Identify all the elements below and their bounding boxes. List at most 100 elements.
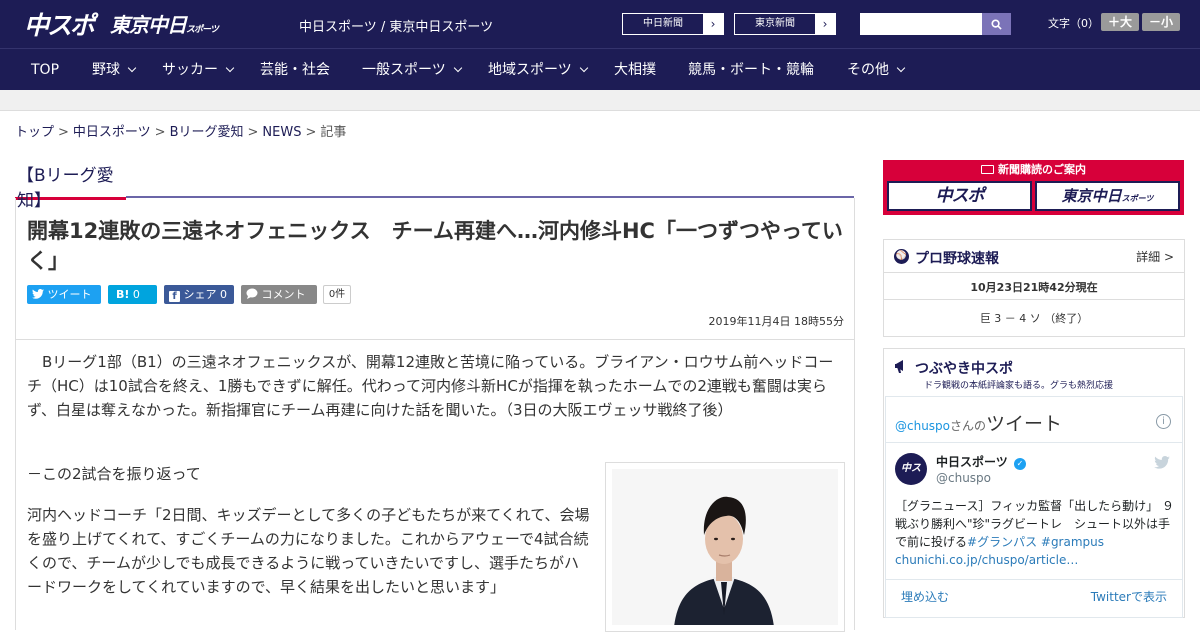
subscribe-chuspo-box[interactable]: 中スポ	[887, 181, 1032, 211]
nav-top[interactable]: TOP	[31, 49, 59, 91]
facebook-share-label: シェア 0	[183, 288, 228, 301]
breadcrumb-chunichi-sports[interactable]: 中日スポーツ	[73, 125, 151, 140]
search-button[interactable]	[982, 13, 1011, 35]
subscription-banner[interactable]: 新聞購読のご案内 中スポ 東京中日スポーツ	[883, 160, 1184, 215]
nav-label: 地域スポーツ	[488, 62, 572, 78]
nav-local-sports[interactable]: 地域スポーツ	[488, 49, 588, 91]
timeline-handle-link[interactable]: @chuspo	[895, 419, 950, 433]
facebook-icon: f	[169, 291, 180, 302]
facebook-share-button[interactable]: f シェア 0	[164, 285, 234, 304]
nav-general-sports[interactable]: 一般スポーツ	[362, 49, 462, 91]
hatena-count: 0	[132, 288, 140, 301]
article-lead: Bリーグ1部（B1）の三遠ネオフェニックスが、開幕12連敗と苦境に陥っている。ブ…	[27, 353, 834, 419]
search-icon	[991, 18, 1002, 30]
breadcrumb-current: 記事	[320, 125, 347, 140]
breadcrumb: トップ > 中日スポーツ > Bリーグ愛知 > NEWS > 記事	[15, 121, 346, 140]
embed-link[interactable]: 埋め込む	[901, 588, 949, 605]
twitter-bird-icon[interactable]	[1154, 456, 1170, 469]
tweet-button[interactable]: ツイート	[27, 285, 101, 304]
breadcrumb-top[interactable]: トップ	[15, 125, 54, 140]
divider	[886, 579, 1182, 580]
subscription-title-text: 新聞購読のご案内	[998, 163, 1086, 176]
tokyo-chunichi-logo[interactable]: 東京中日スポーツ	[110, 9, 219, 38]
tweet-user-handle[interactable]: @chuspo	[936, 471, 991, 485]
font-decrease-button[interactable]: －小	[1142, 13, 1180, 31]
subscribe-tokyo-small: スポーツ	[1121, 194, 1154, 203]
chuspo-logo[interactable]: 中スポ	[24, 6, 95, 42]
nav-label: 芸能・社会	[260, 62, 330, 78]
chevron-down-icon	[225, 63, 235, 73]
article-photo[interactable]	[605, 462, 845, 632]
baseball-score[interactable]: 巨 3 － 4 ソ （終了）	[884, 310, 1184, 326]
divider	[886, 442, 1182, 443]
twitter-widget-subtitle: ドラ観戦の本紙評論家も語る。グラも熱烈応援	[924, 381, 1114, 391]
tokyo-shimbun-label: 東京新聞	[755, 18, 795, 29]
chunichi-shimbun-link[interactable]: 中日新聞 ›	[622, 13, 724, 35]
nav-label: 大相撲	[614, 62, 656, 78]
publish-date: 2019年11月4日 18時55分	[708, 315, 844, 328]
baseball-updated-time: 10月23日21時42分現在	[970, 281, 1098, 294]
nav-racing[interactable]: 競馬・ボート・競輪	[688, 49, 814, 91]
breadcrumb-separator: >	[58, 125, 69, 140]
chunichi-shimbun-label: 中日新聞	[643, 18, 683, 29]
nav-soccer[interactable]: サッカー	[162, 49, 235, 91]
hatena-bookmark-button[interactable]: B! 0	[108, 285, 157, 304]
interview-question: －この2試合を振り返って	[27, 465, 201, 483]
tweet-user-name-text: 中日スポーツ	[936, 455, 1008, 469]
baseball-icon: ⚾	[894, 249, 909, 264]
breadcrumb-separator: >	[247, 125, 259, 140]
view-on-twitter-link[interactable]: Twitterで表示	[1091, 588, 1167, 605]
nav-baseball[interactable]: 野球	[92, 49, 137, 91]
search-input[interactable]	[860, 13, 982, 35]
nav-others[interactable]: その他	[847, 49, 906, 91]
comment-label: コメント	[261, 288, 306, 301]
newspaper-icon	[981, 165, 994, 174]
baseball-detail-link[interactable]: 詳細 >	[1136, 248, 1174, 265]
comment-count: 0件	[323, 285, 351, 304]
nav-label: その他	[847, 62, 889, 78]
tweet-label: ツイート	[47, 288, 92, 301]
tokyo-logo-small: スポーツ	[186, 25, 219, 35]
tokyo-logo-text: 東京中日	[110, 13, 187, 37]
coach-portrait-illustration	[612, 469, 838, 625]
article-header: 開幕12連敗の三遠ネオフェニックス チーム再建へ…河内修斗HC「一つずつやってい…	[15, 198, 855, 340]
chevron-down-icon	[579, 63, 588, 73]
nav-label: 野球	[92, 62, 120, 78]
font-size-label: 文字（0）	[1048, 17, 1099, 30]
twitter-widget: つぶやき中スポ ドラ観戦の本紙評論家も語る。グラも熱烈応援 @chuspoさんの…	[883, 348, 1185, 618]
article-body: Bリーグ1部（B1）の三遠ネオフェニックスが、開幕12連敗と苦境に陥っている。ブ…	[15, 340, 855, 632]
nav-label: 競馬・ボート・競輪	[688, 62, 814, 78]
subscribe-tokyo-text: 東京中日	[1061, 187, 1122, 205]
tweet-link[interactable]: chunichi.co.jp/chuspo/article…	[895, 553, 1078, 567]
tweet-user-name[interactable]: 中日スポーツ ✓	[936, 453, 1026, 470]
hatena-b-icon: B!	[116, 288, 130, 301]
article-title: 開幕12連敗の三遠ネオフェニックス チーム再建へ…河内修斗HC「一つずつやってい…	[27, 219, 843, 273]
font-increase-button[interactable]: ＋大	[1101, 13, 1139, 31]
megaphone-icon	[895, 360, 903, 373]
comment-button[interactable]: コメント	[241, 285, 317, 304]
tweet-hashtags[interactable]: #グランパス #grampus	[967, 535, 1104, 549]
ad-band	[0, 90, 1200, 111]
subscribe-tokyo-box[interactable]: 東京中日スポーツ	[1035, 181, 1180, 211]
chevron-down-icon	[453, 63, 462, 73]
baseball-title: プロ野球速報	[915, 251, 999, 267]
chevron-right-icon: ›	[815, 14, 835, 34]
nav-sumo[interactable]: 大相撲	[614, 49, 656, 91]
category-label: 【Bリーグ愛知】	[15, 160, 126, 211]
tokyo-shimbun-link[interactable]: 東京新聞 ›	[734, 13, 836, 35]
timeline-embed: @chuspoさんのツイート i 中ス 中日スポーツ ✓ @chuspo ［グラ…	[885, 396, 1183, 618]
nav-label: サッカー	[162, 62, 218, 78]
avatar[interactable]: 中ス	[895, 453, 927, 485]
chevron-down-icon	[896, 63, 906, 73]
twitter-widget-title: つぶやき中スポ	[915, 361, 1013, 377]
info-icon[interactable]: i	[1156, 414, 1171, 429]
breadcrumb-bleague[interactable]: Bリーグ愛知	[170, 125, 244, 140]
site-title: 中日スポーツ / 東京中日スポーツ	[299, 20, 494, 35]
main-nav: TOP 野球 サッカー 芸能・社会 一般スポーツ 地域スポーツ 大相撲 競馬・ボ…	[0, 48, 1200, 90]
timeline-handle-suffix: さんの	[950, 419, 987, 433]
twitter-bird-icon	[32, 289, 44, 299]
chevron-down-icon	[127, 63, 137, 73]
header-bar: 中スポ 東京中日スポーツ 中日スポーツ / 東京中日スポーツ 中日新聞 › 東京…	[0, 0, 1200, 48]
breadcrumb-news[interactable]: NEWS	[262, 125, 301, 140]
nav-entertainment[interactable]: 芸能・社会	[260, 49, 330, 91]
